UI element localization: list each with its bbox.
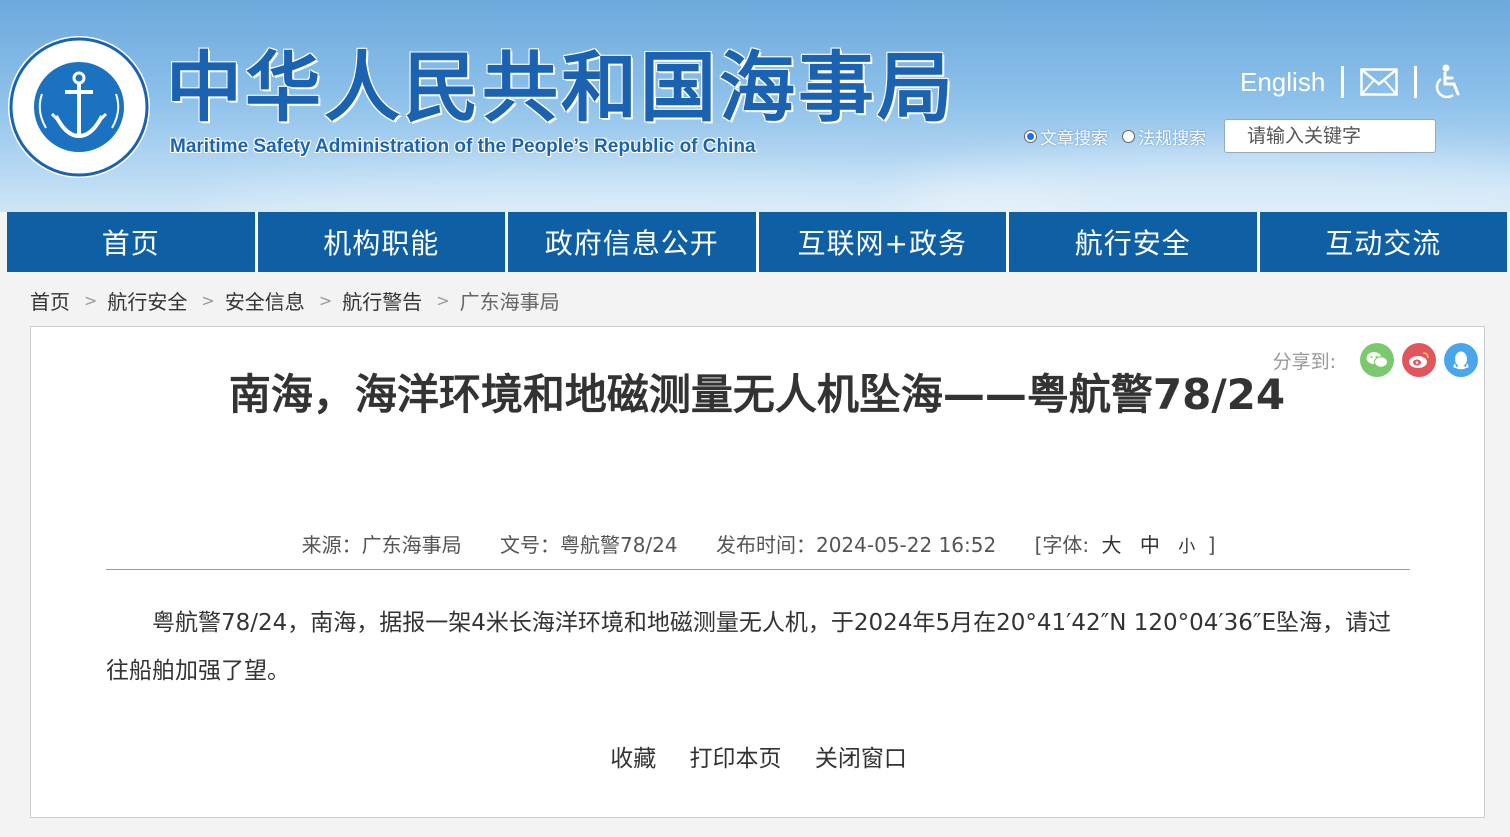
search-input[interactable]: 请输入关键字 — [1224, 119, 1436, 153]
breadcrumb-separator: > — [436, 291, 450, 310]
font-size-control: [字体: 大 中 小 ] — [1035, 533, 1216, 557]
breadcrumb-link[interactable]: 安全信息 — [225, 286, 305, 315]
nav-item-navigation-safety[interactable]: 航行安全 — [1009, 212, 1260, 272]
nav-item-interaction[interactable]: 互动交流 — [1259, 212, 1507, 272]
font-size-medium-button[interactable]: 中 — [1140, 533, 1160, 557]
breadcrumb-link[interactable]: 首页 — [30, 286, 70, 315]
font-size-bracket: ] — [1207, 533, 1216, 557]
article-panel: 分享到: 南海，海洋环境和地磁测量无人机坠海——粤航警78/24 来源：广东海事… — [30, 326, 1485, 818]
article-meta: 来源：广东海事局 文号：粤航警78/24 发布时间：2024-05-22 16:… — [31, 529, 1486, 558]
accessibility-icon[interactable] — [1433, 64, 1463, 100]
print-button[interactable]: 打印本页 — [690, 746, 782, 772]
meta-publish-time: 发布时间：2024-05-22 16:52 — [715, 533, 997, 557]
divider — [1341, 66, 1345, 98]
breadcrumb-current[interactable]: 广东海事局 — [460, 286, 560, 315]
nav-item-home[interactable]: 首页 — [7, 212, 258, 272]
radio-label: 法规搜索 — [1138, 128, 1206, 149]
breadcrumb-separator: > — [84, 291, 98, 310]
breadcrumb-separator: > — [201, 291, 215, 310]
breadcrumb-separator: > — [318, 291, 333, 310]
breadcrumb-link[interactable]: 航行警告 — [342, 286, 422, 315]
radio-label: 文章搜索 — [1040, 128, 1108, 149]
mail-icon[interactable] — [1360, 68, 1399, 96]
close-window-button[interactable]: 关闭窗口 — [815, 746, 907, 772]
article-body: 粤航警78/24，南海，据报一架4米长海洋环境和地磁测量无人机，于2024年5月… — [106, 610, 1391, 684]
site-title: 中华人民共和国海事局 — [166, 43, 956, 132]
nav-item-functions[interactable]: 机构职能 — [257, 212, 508, 272]
weibo-icon[interactable] — [1402, 343, 1436, 377]
meta-doc-number: 文号：粤航警78/24 — [499, 533, 678, 557]
favorite-button[interactable]: 收藏 — [610, 746, 656, 772]
font-size-label: [字体: — [1034, 533, 1090, 557]
nav-item-gov-info[interactable]: 政府信息公开 — [508, 212, 759, 272]
qq-icon[interactable] — [1444, 343, 1478, 377]
radio-article-search[interactable]: 文章搜索 — [1024, 124, 1108, 149]
radio-button[interactable] — [1122, 129, 1135, 143]
meta-divider — [106, 569, 1410, 570]
top-links: English — [1240, 60, 1463, 104]
breadcrumb-link[interactable]: 航行安全 — [107, 286, 187, 315]
meta-source: 来源：广东海事局 — [301, 533, 462, 557]
breadcrumb: 首页 > 航行安全 > 安全信息 > 航行警告 > 广东海事局 — [30, 286, 560, 315]
radio-button-checked[interactable] — [1024, 129, 1037, 143]
article-actions: 收藏 打印本页 关闭窗口 — [31, 739, 1486, 773]
msa-logo[interactable] — [8, 36, 150, 178]
main-nav: 首页 机构职能 政府信息公开 互联网+政务 航行安全 互动交流 — [7, 212, 1507, 272]
font-size-large-button[interactable]: 大 — [1101, 533, 1121, 557]
site-header: 中华人民共和国海事局 Maritime Safety Administratio… — [0, 0, 1510, 212]
radio-law-search[interactable]: 法规搜索 — [1122, 124, 1206, 149]
divider — [1414, 66, 1418, 98]
english-link[interactable]: English — [1240, 67, 1325, 98]
anchor-emblem-icon — [9, 37, 149, 177]
nav-item-internet-services[interactable]: 互联网+政务 — [758, 212, 1009, 272]
wechat-icon[interactable] — [1360, 343, 1394, 377]
search-area: 文章搜索 法规搜索 请输入关键字 — [1024, 118, 1436, 154]
site-subtitle: Maritime Safety Administration of the Pe… — [170, 136, 756, 157]
article-title: 南海，海洋环境和地磁测量无人机坠海——粤航警78/24 — [228, 370, 1286, 419]
font-size-small-button[interactable]: 小 — [1178, 537, 1195, 557]
